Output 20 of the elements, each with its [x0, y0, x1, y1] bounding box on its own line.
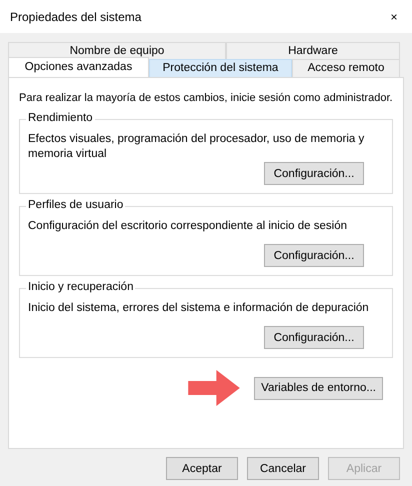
- group-title: Inicio y recuperación: [26, 281, 136, 293]
- group-description: Inicio del sistema, errores del sistema e información de depuración: [28, 301, 370, 316]
- notice-text: Para realizar la mayoría de estos cambios, inicie sesión como administrador.: [19, 92, 393, 105]
- tab[interactable]: Nombre de equipo: [8, 42, 226, 59]
- settings-button[interactable]: Configuración...: [264, 326, 364, 349]
- dialog-button[interactable]: Aceptar: [166, 457, 238, 480]
- tab[interactable]: Protección del sistema: [149, 59, 292, 77]
- dialog-button[interactable]: Cancelar: [247, 457, 319, 480]
- tab[interactable]: Hardware: [226, 42, 400, 59]
- window-title: Propiedades del sistema: [10, 10, 142, 24]
- settings-button[interactable]: Configuración...: [264, 244, 364, 267]
- group-title: Rendimiento: [26, 112, 95, 124]
- tab[interactable]: Acceso remoto: [292, 59, 400, 77]
- group-description: Configuración del escritorio correspondiente al inicio de sesión: [28, 219, 348, 234]
- settings-button[interactable]: Configuración...: [264, 162, 364, 185]
- close-button[interactable]: ×: [386, 6, 402, 26]
- group-title: Perfiles de usuario: [26, 199, 126, 211]
- group-description: Efectos visuales, programación del procesador, uso de memoria y memoria virtual: [28, 132, 366, 162]
- environment-variables-button[interactable]: Variables de entorno...: [254, 376, 383, 400]
- tab[interactable]: Opciones avanzadas: [8, 57, 149, 77]
